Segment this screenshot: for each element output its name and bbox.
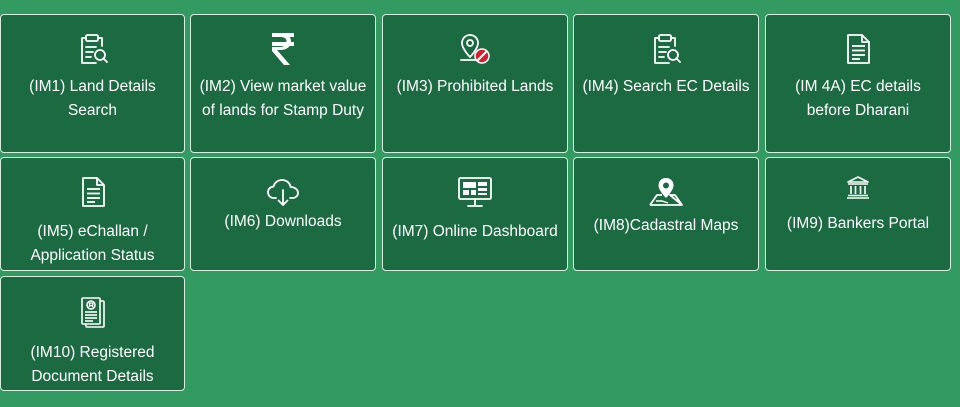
tile-label: (IM10) Registered Document Details: [30, 344, 155, 385]
tile-label: (IM4) Search EC Details: [582, 78, 750, 95]
tile-online-dashboard[interactable]: (IM7) Online Dashboard: [382, 157, 568, 271]
tile-downloads[interactable]: (IM6) Downloads: [190, 157, 376, 271]
tile-label: (IM7) Online Dashboard: [392, 223, 558, 240]
tile-label: (IM8)Cadastral Maps: [593, 217, 739, 234]
clipboard-search-icon: [649, 31, 683, 67]
tile-bankers-portal[interactable]: (IM9) Bankers Portal: [765, 157, 951, 271]
tile-cadastral-maps[interactable]: (IM8)Cadastral Maps: [573, 157, 759, 271]
registered-document-icon: [77, 295, 109, 331]
map-location-icon: [648, 174, 684, 210]
tile-label: (IM9) Bankers Portal: [786, 215, 930, 232]
tile-ec-details-before-dharani[interactable]: (IM 4A) EC details before Dharani: [765, 14, 951, 153]
tile-registered-document-details[interactable]: (IM10) Registered Document Details: [0, 276, 185, 391]
prohibited-location-icon: [457, 31, 493, 67]
rupee-icon: [270, 31, 296, 67]
tile-echallan-application-status[interactable]: (IM5) eChallan / Application Status: [0, 157, 185, 271]
tile-label: (IM3) Prohibited Lands: [396, 78, 554, 95]
clipboard-search-icon: [76, 31, 110, 67]
bank-icon: [845, 172, 871, 202]
document-icon: [843, 31, 873, 67]
tile-label: (IM1) Land Details Search: [29, 78, 156, 119]
tile-land-details-search[interactable]: (IM1) Land Details Search: [0, 14, 185, 153]
tile-label: (IM2) View market value of lands for Sta…: [199, 78, 367, 119]
tile-label: (IM 4A) EC details before Dharani: [795, 78, 921, 119]
document-icon: [78, 174, 108, 210]
cloud-download-icon: [266, 174, 300, 210]
tile-label: (IM6) Downloads: [224, 213, 342, 230]
tile-market-value-stamp-duty[interactable]: (IM2) View market value of lands for Sta…: [190, 14, 376, 153]
tile-prohibited-lands[interactable]: (IM3) Prohibited Lands: [382, 14, 568, 153]
tile-search-ec-details[interactable]: (IM4) Search EC Details: [573, 14, 759, 153]
dashboard-monitor-icon: [457, 174, 493, 210]
tile-label: (IM5) eChallan / Application Status: [30, 223, 155, 264]
